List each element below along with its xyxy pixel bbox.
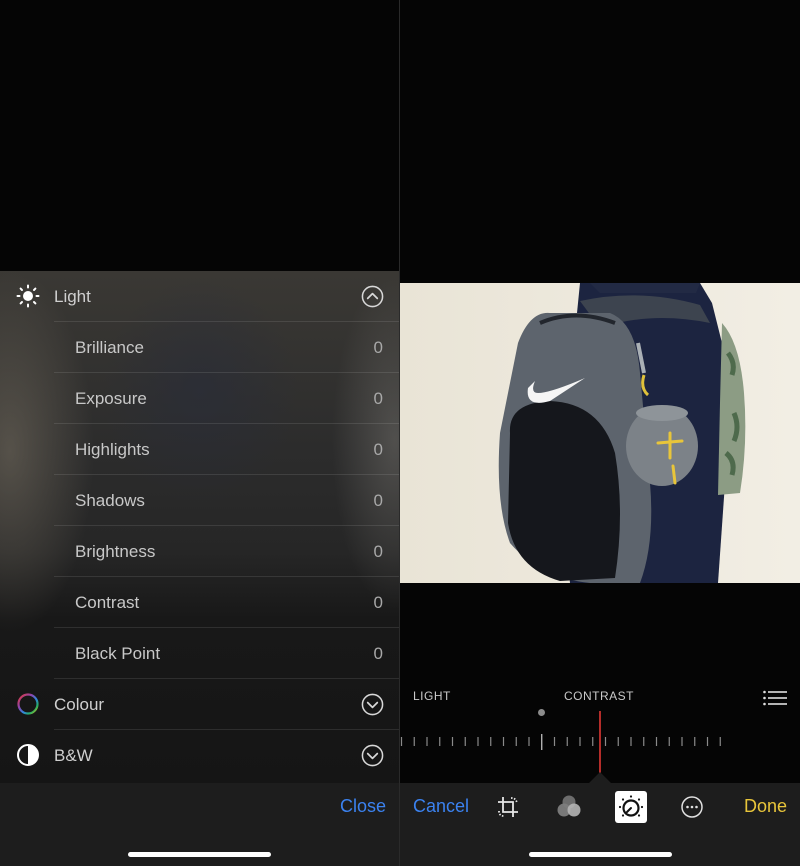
adjustment-row-highlights[interactable]: Highlights 0 — [0, 424, 399, 475]
adjustment-row-brilliance[interactable]: Brilliance 0 — [0, 322, 399, 373]
adjustment-slider[interactable]: LIGHT CONTRAST — [400, 683, 800, 783]
section-label: Light — [54, 286, 91, 306]
close-button[interactable]: Close — [340, 796, 386, 817]
adjustments-sheet: Light Brilliance 0 Exposure 0 Highlights… — [0, 271, 399, 783]
more-icon — [681, 796, 703, 818]
adjustment-row-brightness[interactable]: Brightness 0 — [0, 526, 399, 577]
section-bw-header[interactable]: B&W — [0, 730, 399, 781]
filters-icon — [557, 795, 581, 817]
adjustment-value: 0 — [373, 541, 383, 561]
adjustment-row-black-point[interactable]: Black Point 0 — [0, 628, 399, 679]
adjustment-value: 0 — [373, 439, 383, 459]
home-indicator[interactable] — [128, 852, 271, 857]
chevron-down-icon[interactable] — [361, 744, 384, 767]
section-light-header[interactable]: Light — [0, 271, 399, 322]
adjustment-label: Brightness — [75, 541, 156, 561]
chevron-up-icon[interactable] — [361, 285, 384, 308]
adjustment-value: 0 — [373, 388, 383, 408]
colour-ring-icon — [17, 693, 39, 715]
adjustment-value: 0 — [373, 337, 383, 357]
slider-needle[interactable] — [599, 711, 601, 773]
chevron-down-icon[interactable] — [361, 693, 384, 716]
section-colour-header[interactable]: Colour — [0, 679, 399, 730]
adjustment-row-contrast[interactable]: Contrast 0 — [0, 577, 399, 628]
adjustment-label: Black Point — [75, 643, 161, 663]
adjust-dial-icon — [618, 795, 644, 817]
adjustment-value: 0 — [373, 592, 383, 612]
adjustment-value: 0 — [373, 490, 383, 510]
done-button[interactable]: Done — [744, 796, 787, 817]
adjustment-row-shadows[interactable]: Shadows 0 — [0, 475, 399, 526]
adjustments-list-panel: Light Brilliance 0 Exposure 0 Highlights… — [0, 0, 399, 866]
adjustment-label: Highlights — [75, 439, 150, 459]
slider-pointer — [589, 772, 611, 783]
section-label: B&W — [54, 745, 93, 765]
photo-preview — [400, 283, 800, 583]
photo-editor-panel: LIGHT CONTRAST Cancel Done — [400, 0, 800, 866]
adjustment-label: Shadows — [75, 490, 145, 510]
adjustment-label: Exposure — [75, 388, 147, 408]
list-icon[interactable] — [763, 690, 787, 706]
section-label: Colour — [54, 694, 105, 714]
more-tool[interactable] — [676, 791, 708, 823]
adjustment-label: Brilliance — [75, 337, 144, 357]
filters-tool[interactable] — [553, 791, 585, 823]
crop-rotate-tool[interactable] — [492, 791, 524, 823]
slider-active-label: CONTRAST — [564, 689, 634, 703]
home-indicator[interactable] — [529, 852, 672, 857]
adjustment-row-exposure[interactable]: Exposure 0 — [0, 373, 399, 424]
crop-rotate-icon — [498, 797, 518, 817]
slider-category-label[interactable]: LIGHT — [413, 689, 451, 703]
neutral-value-dot — [538, 709, 545, 716]
half-circle-icon — [17, 744, 39, 766]
photo-image — [400, 283, 800, 583]
adjustment-label: Contrast — [75, 592, 140, 612]
adjust-tool[interactable] — [615, 791, 647, 823]
adjustment-value: 0 — [373, 643, 383, 663]
sun-icon — [16, 284, 40, 308]
cancel-button[interactable]: Cancel — [413, 796, 469, 817]
